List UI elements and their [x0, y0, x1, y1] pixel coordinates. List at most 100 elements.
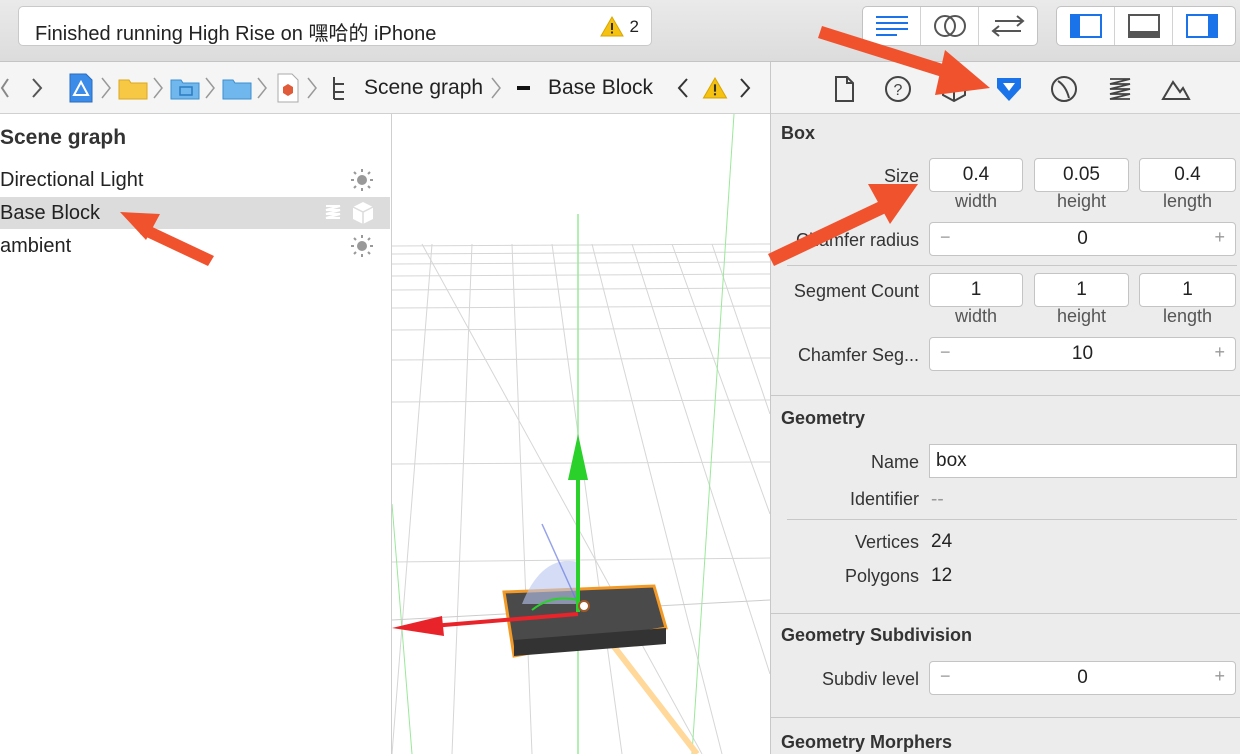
- breadcrumb-folder-1[interactable]: [118, 62, 148, 114]
- segment-width-caption: width: [954, 306, 998, 326]
- segment-length-caption: length: [1162, 306, 1213, 326]
- node-inspector-tab[interactable]: [939, 74, 969, 104]
- toggle-debug-area-button[interactable]: [1115, 7, 1173, 45]
- outline-item-directional-light[interactable]: Directional Light: [0, 164, 390, 196]
- material-inspector-tab[interactable]: [1049, 74, 1079, 104]
- size-width-field[interactable]: 0.4: [929, 158, 1023, 192]
- segment-height-field[interactable]: 1: [1034, 273, 1129, 307]
- scene-graph-outline: Scene graph Directional Light Base Block…: [0, 114, 392, 754]
- venn-icon: [933, 15, 966, 37]
- breadcrumb-folder-2[interactable]: [170, 62, 200, 114]
- breadcrumb-base-block[interactable]: Base Block: [516, 62, 653, 114]
- chamfer-segment-label: Chamfer Seg...: [797, 345, 919, 365]
- jump-bar: Scene graph Base Block: [0, 62, 770, 114]
- zigzag-icon: [1109, 78, 1131, 100]
- name-label: Name: [870, 452, 919, 472]
- scene-inspector-tab[interactable]: [1161, 74, 1191, 104]
- breadcrumb-folder-3[interactable]: [222, 62, 252, 114]
- segment-length-field[interactable]: 1: [1139, 273, 1236, 307]
- decrement-icon[interactable]: −: [940, 666, 951, 687]
- assistant-editor-button[interactable]: [921, 7, 979, 45]
- lines-icon: [875, 16, 908, 36]
- quick-help-tab[interactable]: ?: [883, 74, 913, 104]
- divider: [787, 265, 1237, 266]
- previous-issue-button[interactable]: [676, 62, 690, 114]
- attributes-inspector-tab[interactable]: [994, 74, 1024, 104]
- issue-warning-button[interactable]: [702, 62, 728, 114]
- size-length-field[interactable]: 0.4: [1139, 158, 1236, 192]
- segment-height-caption: height: [1056, 306, 1107, 326]
- warning-badge[interactable]: 2: [599, 16, 639, 37]
- next-issue-button[interactable]: [738, 62, 752, 114]
- activity-status-bar[interactable]: Finished running High Rise on 嘿哈的 iPhone…: [18, 6, 652, 46]
- status-text: Finished running High Rise on 嘿哈的 iPhone: [35, 23, 437, 45]
- decrement-icon[interactable]: −: [940, 227, 951, 248]
- nav-back-button[interactable]: [0, 62, 10, 114]
- vertices-value: 24: [931, 531, 953, 552]
- inspector-tab-bar: ?: [771, 62, 1240, 114]
- xcode-project-icon: [69, 73, 93, 103]
- nav-forward-button[interactable]: [30, 62, 44, 114]
- increment-icon[interactable]: +: [1214, 227, 1225, 248]
- attributes-shield-icon: [997, 78, 1021, 101]
- section-separator: [771, 395, 1240, 396]
- sun-icon: [351, 169, 373, 191]
- breadcrumb-base-block-label: Base Block: [548, 76, 654, 99]
- size-height-caption: height: [1056, 191, 1107, 211]
- breadcrumb-separator-icon: [257, 77, 267, 99]
- vertices-label: Vertices: [854, 532, 919, 552]
- sun-icon: [351, 235, 373, 257]
- chevron-left-icon: [677, 78, 688, 98]
- view-toggle-control: [1056, 6, 1236, 46]
- cube-outline-icon: [942, 75, 966, 103]
- version-editor-button[interactable]: [979, 7, 1037, 45]
- toggle-navigator-button[interactable]: [1057, 7, 1115, 45]
- section-separator: [771, 717, 1240, 718]
- chamfer-segment-value: 10: [1071, 343, 1094, 364]
- size-height-field[interactable]: 0.05: [1034, 158, 1129, 192]
- breadcrumb-scene-file[interactable]: [276, 62, 300, 114]
- outline-item-ambient[interactable]: ambient: [0, 230, 390, 262]
- breadcrumb-separator-icon: [101, 77, 111, 99]
- size-label: Size: [883, 166, 919, 186]
- physics-inspector-tab[interactable]: [1105, 74, 1135, 104]
- breadcrumb-scene-graph[interactable]: Scene graph: [330, 62, 483, 114]
- xcode-window: Finished running High Rise on 嘿哈的 iPhone…: [0, 0, 1240, 754]
- size-width-caption: width: [954, 191, 998, 211]
- left-panel-icon: [1069, 14, 1102, 38]
- grid-floor: [392, 243, 770, 754]
- geometry-lines-icon: [325, 205, 341, 219]
- decrement-icon[interactable]: −: [940, 342, 951, 363]
- outline-title: Scene graph: [0, 126, 127, 149]
- sphere-icon: [1051, 76, 1077, 102]
- increment-icon[interactable]: +: [1214, 666, 1225, 687]
- chevron-right-icon: [740, 78, 751, 98]
- chamfer-segment-stepper[interactable]: − 10 +: [929, 337, 1236, 371]
- scene-file-icon: [277, 73, 299, 103]
- node-dash-icon: [517, 86, 530, 90]
- yellow-folder-icon: [118, 79, 148, 100]
- right-panel-icon: [1186, 14, 1218, 38]
- subdiv-level-label: Subdiv level: [821, 669, 919, 689]
- chamfer-radius-stepper[interactable]: − 0 +: [929, 222, 1236, 256]
- segment-width-field[interactable]: 1: [929, 273, 1023, 307]
- svg-text:?: ?: [894, 82, 903, 99]
- breadcrumb-project[interactable]: [68, 62, 94, 114]
- breadcrumb-separator-icon: [153, 77, 163, 99]
- editor-mode-control: [862, 6, 1038, 46]
- subdiv-level-stepper[interactable]: − 0 +: [929, 661, 1236, 695]
- scene-render: [392, 114, 770, 754]
- outline-item-base-block[interactable]: Base Block: [0, 197, 390, 229]
- standard-editor-button[interactable]: [863, 7, 921, 45]
- chevron-right-icon: [32, 78, 43, 98]
- subdiv-level-value: 0: [1077, 667, 1088, 688]
- polygons-label: Polygons: [844, 566, 919, 586]
- file-inspector-tab[interactable]: [829, 74, 859, 104]
- toggle-inspector-button[interactable]: [1173, 7, 1231, 45]
- increment-icon[interactable]: +: [1214, 342, 1225, 363]
- toolbar: Finished running High Rise on 嘿哈的 iPhone…: [0, 0, 1240, 62]
- scene-viewport[interactable]: [392, 114, 770, 754]
- geometry-name-field[interactable]: box: [929, 444, 1237, 478]
- chamfer-radius-label: Chamfer radius: [795, 230, 919, 250]
- breadcrumb-scene-graph-label: Scene graph: [364, 76, 484, 99]
